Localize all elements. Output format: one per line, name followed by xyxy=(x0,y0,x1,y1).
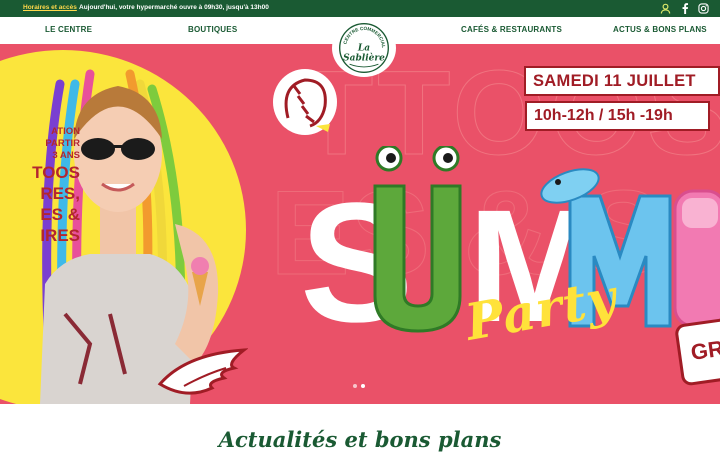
activity-line: PARTIR xyxy=(45,138,80,149)
carousel-pagination xyxy=(353,384,365,388)
section-title: Actualités et bons plans xyxy=(218,427,502,452)
carousel-dot-active[interactable] xyxy=(361,384,365,388)
activity-line: ATION xyxy=(51,126,80,137)
event-date: SAMEDI 11 JUILLET xyxy=(524,66,720,96)
activity-line: IRES xyxy=(40,226,80,245)
logo-line1: La xyxy=(357,44,370,54)
nav-actus-bons-plans[interactable]: ACTUS & BONS PLANS xyxy=(613,25,707,34)
logo-line2: Sablière xyxy=(343,53,385,64)
hours-access-link[interactable]: Horaires et accès xyxy=(23,4,77,11)
top-info-bar: Horaires et accès Aujourd'hui, votre hyp… xyxy=(0,0,720,17)
event-badge: GR xyxy=(674,315,720,387)
event-hours: 10h-12h / 15h -19h xyxy=(525,101,710,131)
hero-banner[interactable]: TTOOS & ES & S ATION PART xyxy=(0,44,720,404)
facebook-icon[interactable] xyxy=(678,2,691,15)
carousel-dot[interactable] xyxy=(353,384,357,388)
activity-line: TOOS xyxy=(32,163,80,182)
site-logo[interactable]: CENTRE COMMERCIAL La Sablière xyxy=(332,19,396,77)
opening-hours-message: Aujourd'hui, votre hypermarché ouvre à 0… xyxy=(79,4,269,11)
instagram-icon[interactable] xyxy=(697,2,710,15)
wing-sticker xyxy=(157,348,248,395)
activity-line: 3 ANS xyxy=(52,150,80,161)
activity-line: RES, xyxy=(40,184,80,203)
user-icon[interactable] xyxy=(659,2,672,15)
nav-cafes-restaurants[interactable]: CAFÉS & RESTAURANTS xyxy=(461,25,562,34)
activity-text: ATION PARTIR 3 ANS TOOS RES, ES & IRES xyxy=(0,126,80,246)
braid-head-sticker xyxy=(273,69,337,135)
nav-boutiques[interactable]: BOUTIQUES xyxy=(188,25,237,34)
nav-le-centre[interactable]: LE CENTRE xyxy=(45,25,92,34)
activity-line: ES & xyxy=(40,205,80,224)
